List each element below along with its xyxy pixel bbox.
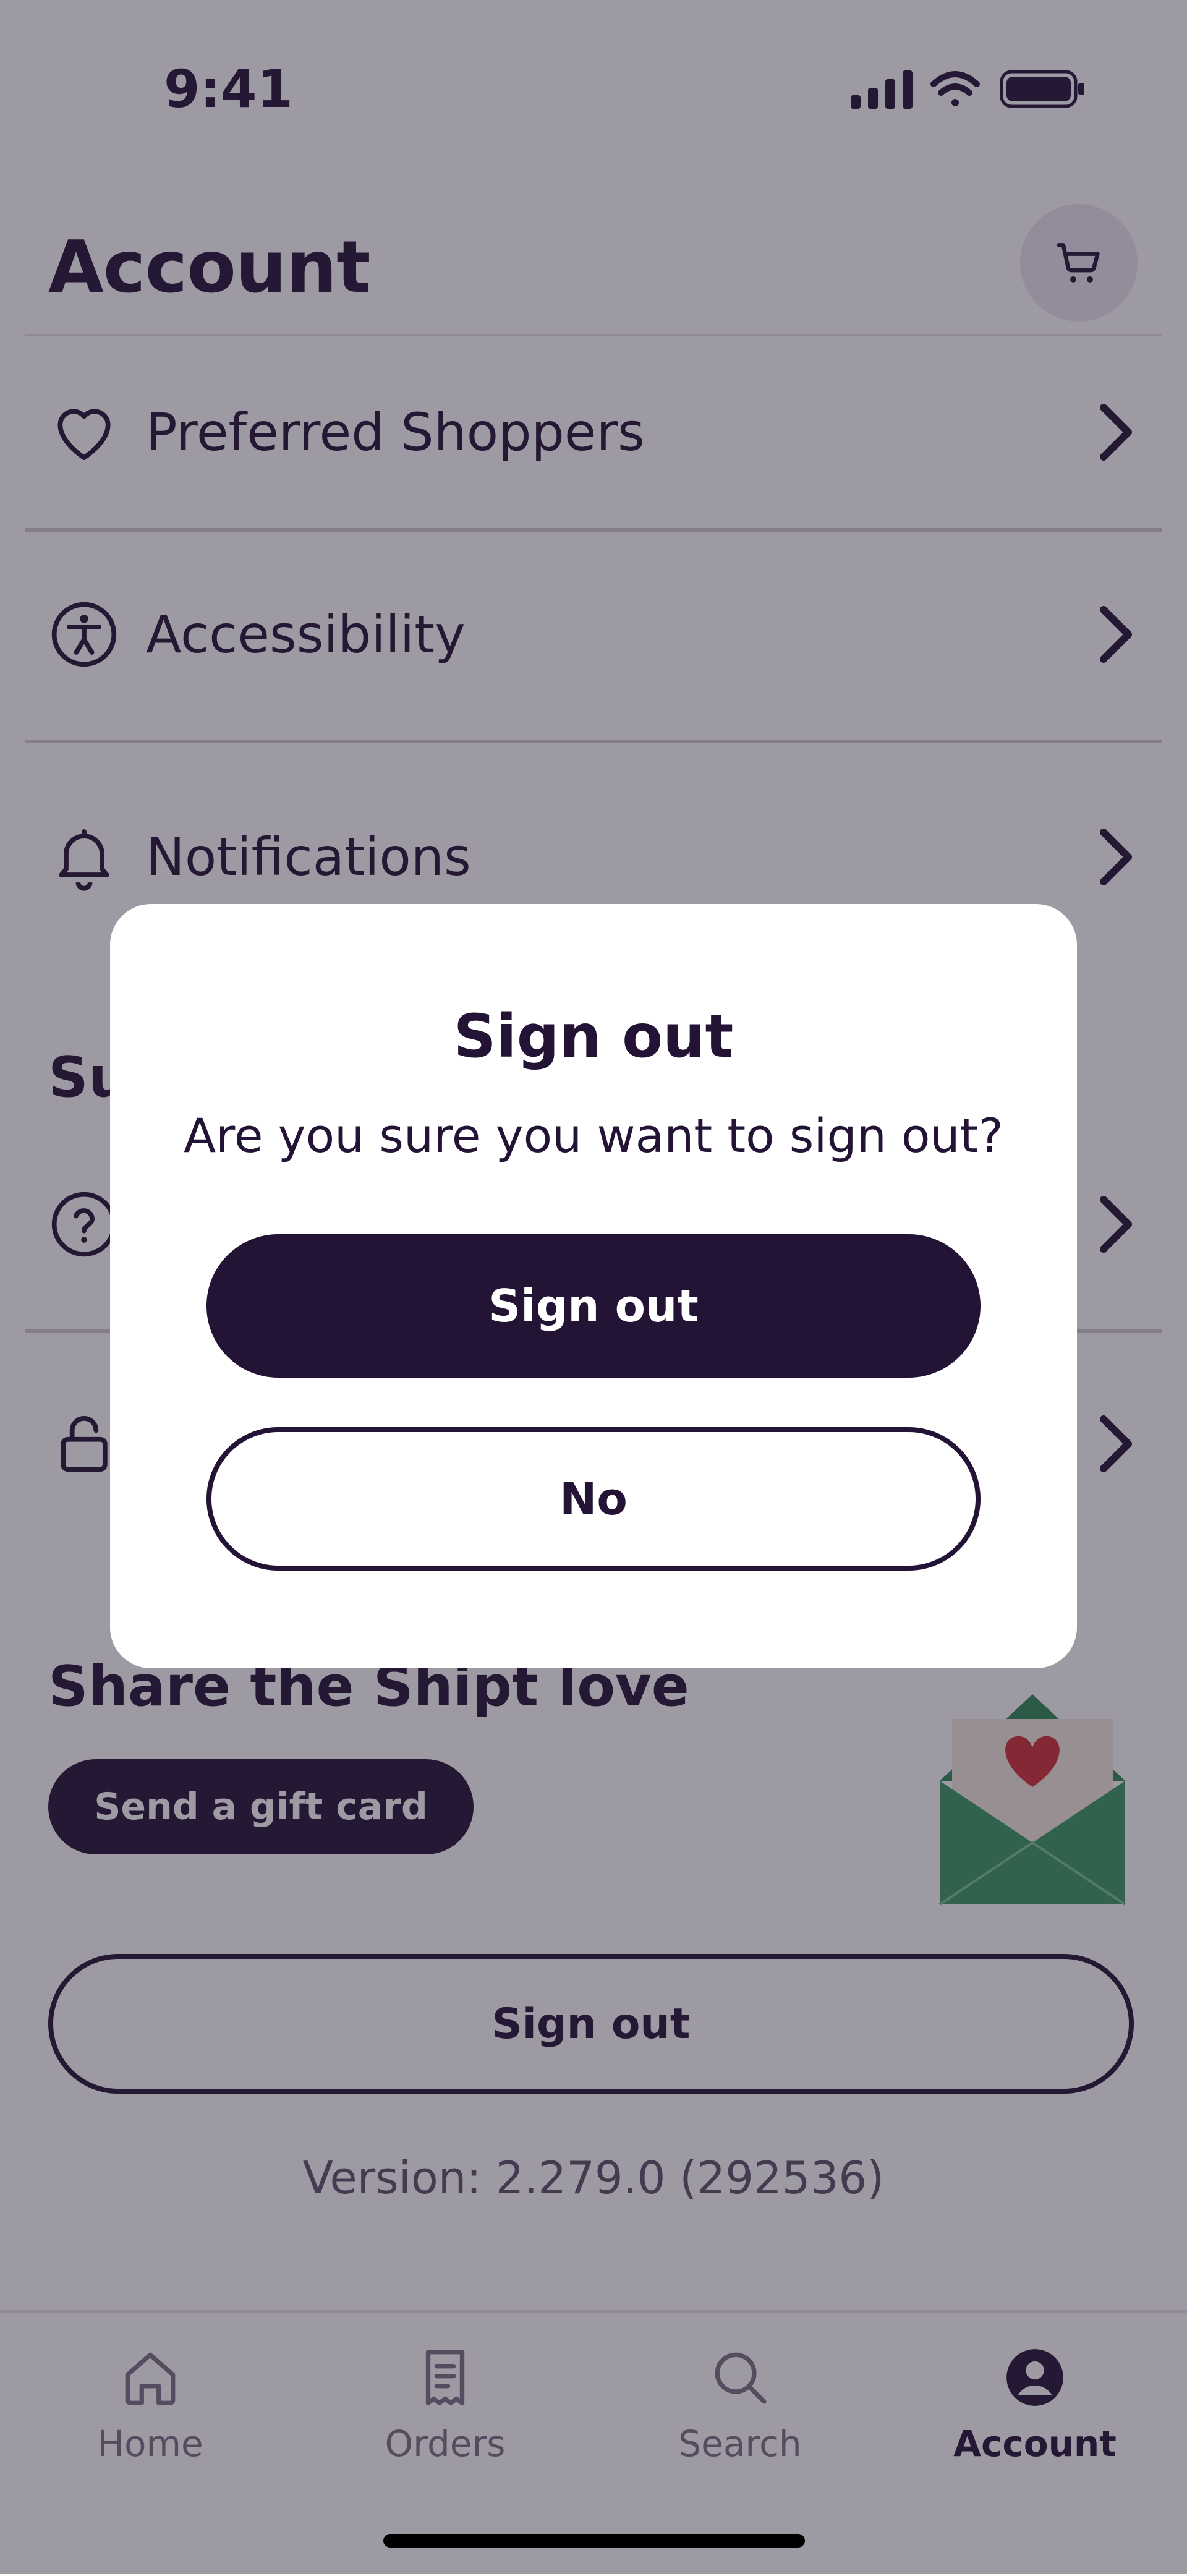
sign-out-dialog: Sign out Are you sure you want to sign o… xyxy=(110,904,1077,1668)
dialog-message: Are you sure you want to sign out? xyxy=(184,1108,1003,1163)
confirm-sign-out-button[interactable]: Sign out xyxy=(206,1234,981,1378)
home-indicator xyxy=(383,2534,805,2548)
dialog-title: Sign out xyxy=(453,1002,734,1071)
cancel-button[interactable]: No xyxy=(206,1427,981,1571)
